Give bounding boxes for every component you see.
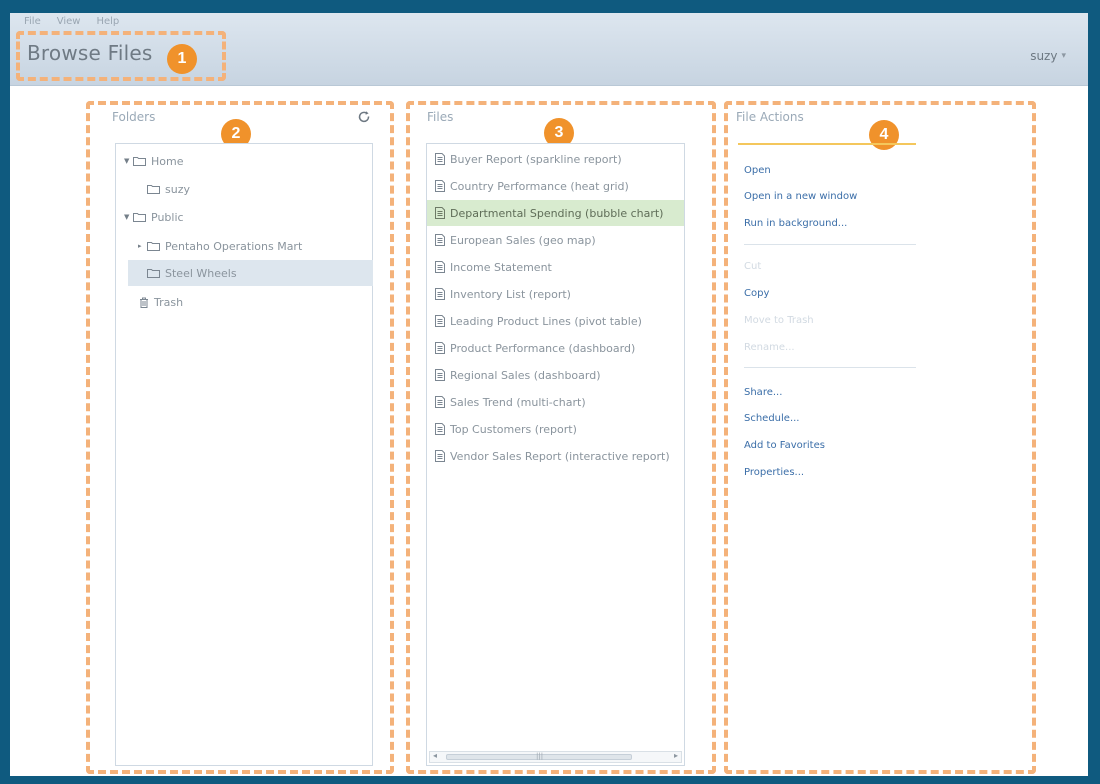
folder-label: Home (151, 154, 184, 168)
folder-home[interactable]: ▼ Home (124, 148, 183, 174)
file-label: Vendor Sales Report (interactive report) (450, 449, 670, 463)
actions-separator (744, 367, 916, 368)
report-file-icon (435, 180, 445, 192)
horizontal-scrollbar[interactable]: ◂ ||| ▸ (429, 751, 682, 763)
grip-icon: ||| (536, 752, 544, 760)
files-title: Files (427, 110, 454, 124)
user-menu[interactable]: suzy ▾ (1030, 49, 1066, 63)
refresh-icon[interactable] (357, 109, 371, 128)
file-label: Product Performance (dashboard) (450, 341, 636, 355)
scroll-left-icon[interactable]: ◂ (433, 751, 437, 760)
file-label: European Sales (geo map) (450, 233, 596, 247)
expand-caret-icon[interactable]: ▼ (124, 157, 133, 165)
file-row[interactable]: Inventory List (report) (427, 281, 684, 307)
folder-icon (147, 268, 160, 278)
callout-badge-4: 4 (869, 120, 899, 150)
report-file-icon (435, 261, 445, 273)
menu-help[interactable]: Help (96, 16, 119, 27)
browse-files-window: File View Help Browse Files suzy ▾ 1 2 3… (10, 13, 1088, 776)
file-row[interactable]: Country Performance (heat grid) (427, 173, 684, 199)
folder-label: Pentaho Operations Mart (165, 239, 303, 253)
actions-divider-accent (738, 143, 916, 145)
report-file-icon (435, 207, 445, 219)
report-file-icon (435, 234, 445, 246)
expand-caret-icon[interactable]: ▼ (124, 213, 133, 221)
file-row[interactable]: Vendor Sales Report (interactive report) (427, 443, 684, 469)
action-run-in-background[interactable]: Run in background... (744, 218, 847, 229)
action-share[interactable]: Share... (744, 387, 782, 398)
folder-pentaho-operations-mart[interactable]: ▸ Pentaho Operations Mart (138, 233, 302, 259)
folder-tree: ▼ Home suzy ▼ Public ▸ Pentaho Operation… (115, 143, 373, 766)
folder-trash[interactable]: Trash (139, 289, 183, 315)
action-open[interactable]: Open (744, 165, 771, 176)
file-label: Inventory List (report) (450, 287, 571, 301)
file-label: Buyer Report (sparkline report) (450, 152, 622, 166)
folder-icon (147, 241, 160, 251)
folder-icon (147, 184, 160, 194)
callout-badge-1: 1 (167, 44, 197, 74)
file-label: Income Statement (450, 260, 552, 274)
actions-separator (744, 244, 916, 245)
file-row[interactable]: Product Performance (dashboard) (427, 335, 684, 361)
file-label: Regional Sales (dashboard) (450, 368, 601, 382)
action-cut: Cut (744, 261, 762, 272)
collapsed-caret-icon[interactable]: ▸ (138, 242, 147, 250)
file-row[interactable]: European Sales (geo map) (427, 227, 684, 253)
folder-label: Steel Wheels (165, 266, 237, 280)
scroll-right-icon[interactable]: ▸ (674, 751, 678, 760)
folder-label: suzy (165, 182, 190, 196)
action-schedule[interactable]: Schedule... (744, 413, 800, 424)
folder-suzy[interactable]: suzy (147, 176, 190, 202)
action-add-to-favorites[interactable]: Add to Favorites (744, 440, 825, 451)
folder-steel-wheels[interactable]: Steel Wheels (128, 260, 373, 286)
folder-label: Trash (154, 295, 184, 309)
menu-file[interactable]: File (24, 16, 41, 27)
file-row[interactable]: Buyer Report (sparkline report) (427, 146, 684, 172)
report-file-icon (435, 369, 445, 381)
file-row[interactable]: Income Statement (427, 254, 684, 280)
file-row-selected[interactable]: Departmental Spending (bubble chart) (427, 200, 684, 226)
file-row[interactable]: Regional Sales (dashboard) (427, 362, 684, 388)
report-file-icon (435, 342, 445, 354)
report-file-icon (435, 153, 445, 165)
action-properties[interactable]: Properties... (744, 467, 804, 478)
file-list: Buyer Report (sparkline report) Country … (426, 143, 685, 766)
action-rename: Rename... (744, 342, 795, 353)
chevron-down-icon: ▾ (1061, 51, 1066, 61)
folder-public[interactable]: ▼ Public (124, 204, 184, 230)
file-label: Country Performance (heat grid) (450, 179, 629, 193)
report-file-icon (435, 288, 445, 300)
action-copy[interactable]: Copy (744, 288, 769, 299)
file-label: Leading Product Lines (pivot table) (450, 314, 642, 328)
menu-view[interactable]: View (57, 16, 81, 27)
scroll-thumb[interactable]: ||| (446, 752, 632, 760)
report-file-icon (435, 423, 445, 435)
folder-icon (133, 212, 146, 222)
file-row[interactable]: Leading Product Lines (pivot table) (427, 308, 684, 334)
action-open-new-window[interactable]: Open in a new window (744, 191, 857, 202)
user-name: suzy (1030, 49, 1058, 63)
report-file-icon (435, 450, 445, 462)
folder-icon (133, 156, 146, 166)
trash-icon (139, 297, 149, 308)
file-actions-title: File Actions (736, 110, 804, 124)
report-file-icon (435, 396, 445, 408)
action-move-to-trash: Move to Trash (744, 315, 814, 326)
folder-label: Public (151, 210, 184, 224)
report-file-icon (435, 315, 445, 327)
file-label: Top Customers (report) (450, 422, 577, 436)
file-row[interactable]: Sales Trend (multi-chart) (427, 389, 684, 415)
file-label: Sales Trend (multi-chart) (450, 395, 586, 409)
file-row[interactable]: Top Customers (report) (427, 416, 684, 442)
page-title: Browse Files (27, 41, 153, 65)
file-label: Departmental Spending (bubble chart) (450, 206, 664, 220)
folders-title: Folders (112, 110, 156, 124)
menu-bar: File View Help (24, 16, 119, 27)
